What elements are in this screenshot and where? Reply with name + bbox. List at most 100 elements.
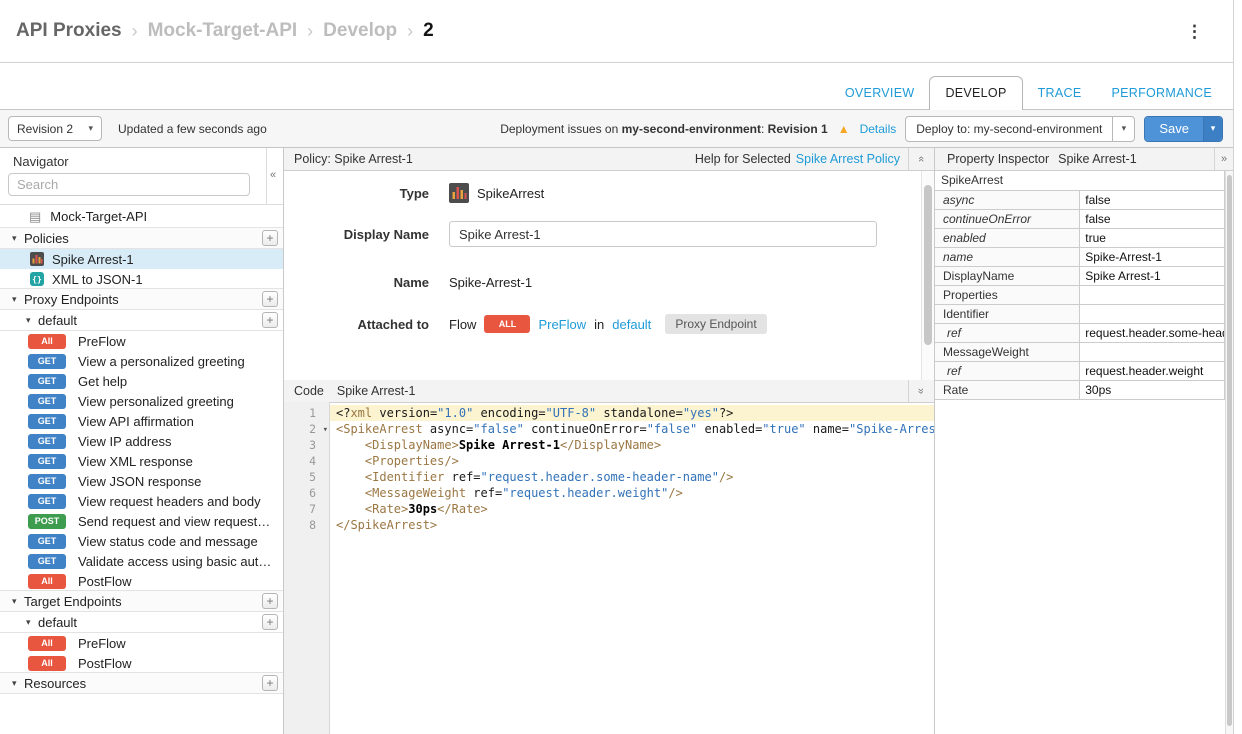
disclosure-triangle-icon[interactable]: ▾ <box>12 596 24 607</box>
code-line-6[interactable]: <MessageWeight ref="request.header.weigh… <box>330 485 934 501</box>
nav-flow-postflow[interactable]: AllPostFlow <box>0 653 283 673</box>
nav-flow-preflow[interactable]: AllPreFlow <box>0 331 283 351</box>
disclosure-triangle-icon[interactable]: ▾ <box>12 233 24 244</box>
scrollbar-thumb[interactable] <box>1227 175 1232 726</box>
add-button[interactable]: + <box>262 593 278 609</box>
code-token: <SpikeArrest <box>336 422 423 436</box>
nav-item-spike-arrest-1[interactable]: Spike Arrest-1 <box>0 249 283 269</box>
code-token: "true" <box>762 422 805 436</box>
add-button[interactable]: + <box>262 291 278 307</box>
add-button[interactable]: + <box>262 675 278 691</box>
method-badge: GET <box>28 494 66 509</box>
tab-overview[interactable]: OVERVIEW <box>830 77 930 110</box>
nav-section-resources[interactable]: ▾Resources+ <box>0 672 283 694</box>
nav-row-label: default <box>38 615 77 630</box>
expand-inspector-button[interactable]: » <box>1214 148 1233 170</box>
nav-section-default[interactable]: ▾default+ <box>0 309 283 331</box>
expand-code-panel-button[interactable]: « <box>908 380 934 402</box>
breadcrumb-develop[interactable]: Develop <box>323 20 397 42</box>
prop-value[interactable]: true <box>1080 228 1225 247</box>
prop-value[interactable]: 30ps <box>1080 380 1225 399</box>
preflow-link[interactable]: PreFlow <box>538 317 586 332</box>
prop-value[interactable]: false <box>1080 209 1225 228</box>
code-line-7[interactable]: <Rate>30ps</Rate> <box>330 501 934 517</box>
disclosure-triangle-icon[interactable]: ▾ <box>12 294 24 305</box>
nav-flow-view-ip-address[interactable]: GETView IP address <box>0 431 283 451</box>
tab-develop[interactable]: DEVELOP <box>929 76 1022 110</box>
code-editor[interactable]: 12▾345678 <?xml version="1.0" encoding="… <box>284 402 934 734</box>
add-button[interactable]: + <box>262 312 278 328</box>
deploy-to-select[interactable]: Deploy to: my-second-environment ▾ <box>905 116 1135 142</box>
prop-value[interactable]: Spike Arrest-1 <box>1080 266 1225 285</box>
nav-row-label: Validate access using basic aut… <box>78 554 271 569</box>
details-link[interactable]: Details <box>860 122 897 136</box>
disclosure-triangle-icon[interactable]: ▾ <box>26 315 38 326</box>
tab-trace[interactable]: TRACE <box>1023 77 1097 110</box>
nav-item-xml-to-json-1[interactable]: {}XML to JSON-1 <box>0 269 283 289</box>
collapse-navigator-button[interactable]: « <box>270 169 276 181</box>
code-lines[interactable]: <?xml version="1.0" encoding="UTF-8" sta… <box>330 402 934 734</box>
nav-flow-view-json-response[interactable]: GETView JSON response <box>0 471 283 491</box>
fields-scrollbar-track[interactable] <box>921 171 934 380</box>
page-scrollbar-strip[interactable] <box>1233 0 1242 734</box>
prop-value[interactable]: Spike-Arrest-1 <box>1080 247 1225 266</box>
fold-marker-icon[interactable]: ▾ <box>323 422 328 438</box>
code-token: ref= <box>444 470 480 484</box>
breadcrumb-api-proxies[interactable]: API Proxies <box>16 20 122 42</box>
add-button[interactable]: + <box>262 614 278 630</box>
breadcrumb-proxy-name[interactable]: Mock-Target-API <box>148 20 298 42</box>
spike-arrest-policy-help-link[interactable]: Spike Arrest Policy <box>796 152 900 166</box>
nav-flow-view-xml-response[interactable]: GETView XML response <box>0 451 283 471</box>
save-button[interactable]: Save <box>1145 117 1203 141</box>
prop-value[interactable]: false <box>1080 190 1225 209</box>
revision-select[interactable]: Revision 2 ▾ <box>8 116 102 141</box>
prop-value[interactable]: request.header.some-header-name <box>1080 323 1225 342</box>
api-proxy-icon: ▤ <box>29 209 41 225</box>
code-line-2[interactable]: <SpikeArrest async="false" continueOnErr… <box>330 421 934 437</box>
inspector-scrollbar-track[interactable] <box>1225 171 1233 734</box>
prop-value[interactable] <box>1080 342 1225 361</box>
search-input[interactable] <box>8 173 250 196</box>
kebab-menu-icon[interactable]: ⋮ <box>1186 22 1203 42</box>
display-name-row: Display Name <box>284 221 877 247</box>
code-token: Spike Arrest-1 <box>459 438 560 452</box>
code-line-1[interactable]: <?xml version="1.0" encoding="UTF-8" sta… <box>330 405 934 421</box>
nav-section-policies[interactable]: ▾Policies+ <box>0 227 283 249</box>
nav-flow-send-request-and-view-request[interactable]: POSTSend request and view request… <box>0 511 283 531</box>
deploy-caret-button[interactable]: ▾ <box>1112 117 1134 141</box>
nav-section-target-endpoints[interactable]: ▾Target Endpoints+ <box>0 590 283 612</box>
prop-value[interactable]: request.header.weight <box>1080 361 1225 380</box>
display-name-input[interactable] <box>449 221 877 247</box>
nav-section-proxy-endpoints[interactable]: ▾Proxy Endpoints+ <box>0 288 283 310</box>
code-line-5[interactable]: <Identifier ref="request.header.some-hea… <box>330 469 934 485</box>
nav-flow-view-api-affirmation[interactable]: GETView API affirmation <box>0 411 283 431</box>
disclosure-triangle-icon[interactable]: ▾ <box>12 678 24 689</box>
collapse-policy-panel-button[interactable]: « <box>908 148 934 170</box>
nav-section-default[interactable]: ▾default + <box>0 611 283 633</box>
nav-flow-validate-access-using-basic-aut[interactable]: GET Validate access using basic aut… <box>0 551 283 571</box>
add-button[interactable]: + <box>262 230 278 246</box>
save-dropdown-button[interactable]: ▾ <box>1203 117 1222 141</box>
nav-flow-view-status-code-and-message[interactable]: GETView status code and message <box>0 531 283 551</box>
code-line-3[interactable]: <DisplayName>Spike Arrest-1</DisplayName… <box>330 437 934 453</box>
code-line-4[interactable]: <Properties/> <box>330 453 934 469</box>
prop-value[interactable] <box>1080 285 1225 304</box>
scrollbar-thumb[interactable] <box>924 185 932 345</box>
tab-performance[interactable]: PERFORMANCE <box>1096 77 1227 110</box>
code-line-8[interactable]: </SpikeArrest> <box>330 517 934 533</box>
nav-item-mock-target-api[interactable]: ▤Mock-Target-API <box>0 205 283 228</box>
nav-flow-get-help[interactable]: GETGet help <box>0 371 283 391</box>
chevron-up-icon: « <box>916 156 928 162</box>
tab-group: OVERVIEW DEVELOP TRACE PERFORMANCE <box>830 76 1227 110</box>
code-token: async= <box>423 422 474 436</box>
default-endpoint-link[interactable]: default <box>612 317 651 332</box>
prop-value[interactable] <box>1080 304 1225 323</box>
nav-flow-preflow[interactable]: AllPreFlow <box>0 633 283 653</box>
nav-flow-view-personalized-greeting[interactable]: GETView personalized greeting <box>0 391 283 411</box>
disclosure-triangle-icon[interactable]: ▾ <box>26 617 38 628</box>
nav-flow-view-request-headers-and-body[interactable]: GETView request headers and body <box>0 491 283 511</box>
method-badge: GET <box>28 554 66 569</box>
nav-flow-postflow[interactable]: AllPostFlow <box>0 571 283 591</box>
property-inspector-policy-name: Spike Arrest-1 <box>1058 152 1137 166</box>
nav-flow-view-a-personalized-greeting[interactable]: GETView a personalized greeting <box>0 351 283 371</box>
